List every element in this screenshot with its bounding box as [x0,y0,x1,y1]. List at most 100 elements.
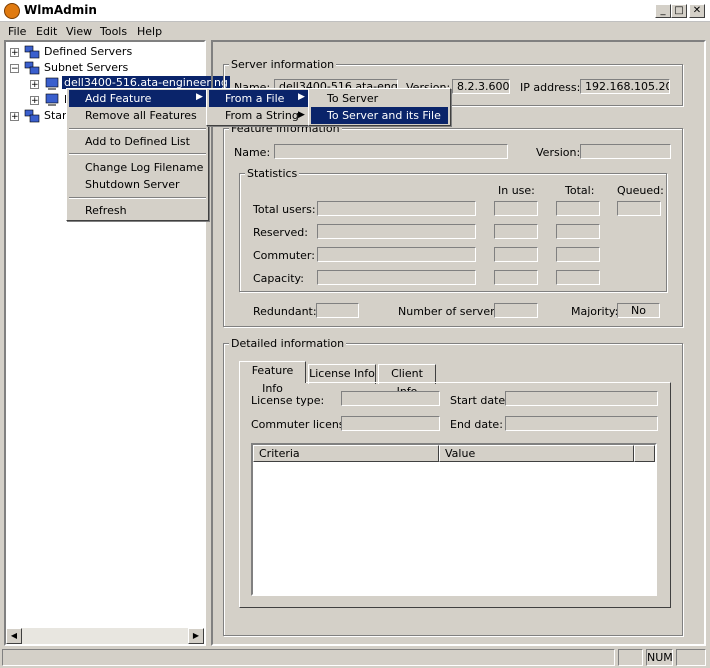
tree-item-subnet-servers[interactable]: Subnet Servers [44,61,128,74]
menu-item-to-server[interactable]: To Server [311,90,448,107]
add-feature-submenu: From a File ▶ From a String ▶ [206,88,311,126]
start-date-label: Start date: [450,394,509,407]
in-use-header: In use: [498,184,535,197]
close-button[interactable]: ✕ [689,4,705,18]
title-bar: WlmAdmin _ □ ✕ [0,0,710,22]
expand-icon[interactable]: + [30,80,39,90]
stat-queued-field [617,201,661,216]
server-info-title: Server information [229,58,337,71]
num-servers-field [494,303,538,318]
server-version-field: 8.2.3.600 [452,79,510,94]
submenu-arrow-icon: ▶ [298,92,305,102]
feature-version-field [580,144,671,159]
server-icon [44,77,60,91]
redundant-label: Redundant: [253,305,317,318]
menu-item-change-log-filename[interactable]: Change Log Filename [69,159,206,176]
stat-bar-field [317,224,476,239]
feature-name-field [274,144,508,159]
menu-separator [69,128,206,130]
expand-icon[interactable]: + [10,48,19,58]
majority-field: No [617,303,660,318]
tab-client-info[interactable]: Client Info [378,364,436,398]
app-icon [4,3,20,19]
stat-total-field [556,224,600,239]
menu-tools[interactable]: Tools [100,25,127,38]
total-header: Total: [565,184,595,197]
stat-row-label: Commuter: [253,249,315,262]
scroll-left-button[interactable]: ◀ [6,628,22,644]
status-num-indicator: NUM [646,649,673,666]
server-group-icon [24,45,40,59]
submenu-arrow-icon: ▶ [196,92,203,102]
scroll-right-button[interactable]: ▶ [188,628,204,644]
status-bar: NUM [0,647,710,668]
menu-item-refresh[interactable]: Refresh [69,202,206,219]
context-menu: Add Feature ▶ Remove all Features Add to… [66,88,209,221]
tab-feature-info[interactable]: Feature Info [239,361,306,395]
value-column-header[interactable]: Value [439,445,634,462]
menu-separator [69,153,206,155]
ip-address-field: 192.168.105.204 [580,79,670,94]
menu-separator [69,197,206,199]
stat-bar-field [317,201,476,216]
status-pane-scroll [676,649,706,666]
stat-bar-field [317,247,476,262]
start-date-field [505,391,658,406]
minimize-button[interactable]: _ [655,4,671,18]
stat-row-label: Reserved: [253,226,308,239]
feature-version-label: Version: [536,146,581,159]
end-date-field [505,416,658,431]
stat-row-label: Capacity: [253,272,304,285]
server-group-icon [24,61,40,75]
menu-edit[interactable]: Edit [36,25,57,38]
statistics-title: Statistics [245,167,300,180]
criteria-column-header[interactable]: Criteria [253,445,439,462]
from-file-submenu: To Server To Server and its File [308,88,451,126]
feature-name-label: Name: [234,146,271,159]
status-pane-main [2,649,615,666]
filler-column-header [634,445,655,462]
server-icon [44,93,60,107]
menu-item-add-feature[interactable]: Add Feature [69,90,206,107]
window-title: WlmAdmin [24,3,97,17]
majority-label: Majority: [571,305,619,318]
expand-icon[interactable]: + [10,112,19,122]
menu-help[interactable]: Help [137,25,162,38]
stat-row-label: Total users: [253,203,316,216]
menu-item-to-server-and-its-file[interactable]: To Server and its File [311,107,448,124]
tab-license-info[interactable]: License Info [308,364,376,384]
horizontal-scrollbar[interactable]: ◀ ▶ [6,628,204,644]
menu-item-from-a-string[interactable]: From a String [209,107,308,124]
detailed-info-title: Detailed information [229,337,347,350]
stat-in-use-field [494,270,538,285]
menu-item-shutdown-server[interactable]: Shutdown Server [69,176,206,193]
criteria-list[interactable]: Criteria Value [251,443,657,596]
stat-in-use-field [494,224,538,239]
status-pane-caps [618,649,643,666]
stat-in-use-field [494,201,538,216]
num-servers-label: Number of servers: [398,305,505,318]
tree-item-defined-servers[interactable]: Defined Servers [44,45,132,58]
collapse-icon[interactable]: − [10,64,19,74]
redundant-field [316,303,359,318]
commuter-license-field [341,416,440,431]
server-group-icon [24,109,40,123]
stat-bar-field [317,270,476,285]
menu-file[interactable]: File [8,25,26,38]
menu-view[interactable]: View [66,25,92,38]
menu-bar: File Edit View Tools Help [0,22,710,40]
queued-header: Queued: [617,184,664,197]
stat-total-field [556,270,600,285]
ip-address-label: IP address: [520,81,581,94]
stat-total-field [556,201,600,216]
end-date-label: End date: [450,418,503,431]
maximize-button[interactable]: □ [671,4,687,18]
menu-item-remove-all-features[interactable]: Remove all Features [69,107,206,124]
menu-item-add-to-defined-list[interactable]: Add to Defined List [69,133,206,150]
stat-total-field [556,247,600,262]
commuter-license-label: Commuter license: [251,418,356,431]
menu-item-from-a-file[interactable]: From a File [209,90,308,107]
stat-in-use-field [494,247,538,262]
submenu-arrow-icon: ▶ [298,110,305,120]
expand-icon[interactable]: + [30,96,39,106]
